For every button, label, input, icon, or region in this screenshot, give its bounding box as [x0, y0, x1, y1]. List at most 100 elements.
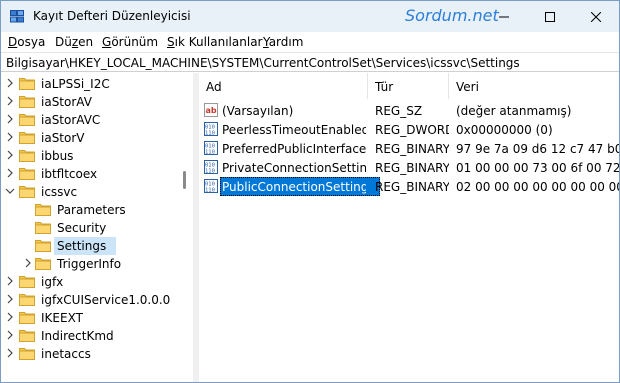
address-bar[interactable]: Bilgisayar\HKEY_LOCAL_MACHINE\SYSTEM\Cur… — [1, 52, 619, 72]
chevron-down-icon[interactable] — [5, 185, 15, 197]
folder-icon — [19, 77, 35, 90]
registry-editor-window: Kayıt Defteri Düzenleyicisi Sordum.net D… — [0, 0, 620, 383]
svg-text:110: 110 — [205, 131, 215, 137]
column-header-name-label: Ad — [206, 80, 222, 94]
cell-name: (Varsayılan) — [222, 104, 294, 118]
tree-item-parameters[interactable]: Parameters — [1, 201, 177, 219]
folder-icon — [19, 185, 35, 198]
cell-data: 01 00 00 00 73 00 6f 00 72 00 64 — [456, 161, 619, 175]
folder-icon — [35, 239, 51, 252]
column-header-name[interactable]: Ad — [199, 73, 367, 99]
tree-item-ibbus[interactable]: ibbus — [1, 147, 177, 165]
title-bar: Kayıt Defteri Düzenleyicisi Sordum.net — [1, 1, 619, 32]
maximize-button[interactable] — [527, 1, 573, 32]
cell-name: PrivateConnectionSettings — [222, 161, 366, 175]
cell-name: PreferredPublicInterface — [222, 142, 366, 156]
close-icon — [591, 11, 601, 22]
close-button[interactable] — [573, 1, 619, 32]
tree-item-label: igfx — [41, 275, 64, 289]
minimize-button[interactable] — [481, 1, 527, 32]
chevron-right-icon[interactable] — [5, 167, 15, 179]
chevron-right-icon[interactable] — [5, 347, 15, 359]
svg-text:110: 110 — [205, 188, 215, 194]
chevron-right-icon[interactable] — [5, 293, 15, 305]
cell-name: PublicConnectionSettings — [222, 180, 366, 194]
cell-type: REG_BINARY — [375, 180, 449, 194]
tree-item-settings[interactable]: Settings — [1, 237, 177, 255]
menu-yardim[interactable]: Yardım — [263, 35, 303, 49]
tree-item-igfxcuiservice1-0-0-0[interactable]: igfxCUIService1.0.0.0 — [1, 291, 177, 309]
cell-type: REG_BINARY — [375, 161, 449, 175]
tree-item-label: Parameters — [57, 203, 126, 217]
tree-item-label: inetaccs — [41, 347, 91, 361]
chevron-right-icon[interactable] — [5, 131, 15, 143]
registry-app-icon — [10, 10, 24, 23]
chevron-right-icon[interactable] — [5, 275, 15, 287]
tree-scrollbar-thumb[interactable] — [183, 171, 186, 189]
tree-item-igfx[interactable]: igfx — [1, 273, 177, 291]
tree-item-iastorv[interactable]: iaStorV — [1, 129, 177, 147]
menu-dosya[interactable]: Dosya — [8, 35, 45, 49]
tree-item-iastorav[interactable]: iaStorAV — [1, 93, 177, 111]
column-header-data[interactable]: Veri — [449, 73, 619, 99]
folder-icon — [19, 113, 35, 126]
tree-item-icssvc[interactable]: icssvc — [1, 183, 177, 201]
tree-item-indirectkmd[interactable]: IndirectKmd — [1, 327, 177, 345]
tree-scrollbar[interactable] — [177, 73, 193, 382]
table-row[interactable]: 010 110 PrivateConnectionSettings REG_BINAR… — [199, 158, 619, 177]
chevron-right-icon[interactable] — [5, 77, 15, 89]
folder-icon — [35, 257, 51, 270]
table-row[interactable]: 010 110 PreferredPublicInterface REG_BINARY… — [199, 139, 619, 158]
key-tree-pane: iaLPSSi_I2C iaStorAV iaStorAVC iaStorV ibbus… — [1, 73, 193, 382]
tree-item-label: iaStorV — [41, 131, 85, 145]
address-path: Bilgisayar\HKEY_LOCAL_MACHINE\SYSTEM\Cur… — [6, 56, 520, 70]
cell-name: PeerlessTimeoutEnabled — [222, 123, 366, 137]
svg-text:110: 110 — [205, 169, 215, 175]
folder-icon — [19, 311, 35, 324]
column-header-type-label: Tür — [375, 80, 394, 94]
svg-text:110: 110 — [205, 150, 215, 156]
folder-icon — [35, 221, 51, 234]
tree-item-ialpssi-i2c[interactable]: iaLPSSi_I2C — [1, 75, 177, 93]
cell-data: 0x00000000 (0) — [456, 123, 553, 137]
value-list-pane: Ad Tür Veri ab (Varsayılan) REG_SZ (değer a… — [199, 73, 619, 382]
column-header-data-label: Veri — [456, 80, 479, 94]
tree-item-label: Settings — [57, 239, 107, 253]
chevron-right-icon[interactable] — [5, 149, 15, 161]
string-value-icon: ab — [204, 103, 218, 117]
tree-item-security[interactable]: Security — [1, 219, 177, 237]
minimize-icon — [499, 16, 509, 17]
chevron-right-icon[interactable] — [5, 311, 15, 323]
menu-sik-kullanilanlar[interactable]: Sık Kullanılanlar — [167, 35, 262, 49]
column-header-type[interactable]: Tür — [368, 73, 448, 99]
menu-duzen[interactable]: Düzen — [55, 35, 93, 49]
tree-item-label: IKEEXT — [41, 311, 83, 325]
tree-item-label: TriggerInfo — [57, 257, 122, 271]
cell-data: (değer atanmamış) — [456, 104, 572, 118]
tree-item-triggerinfo[interactable]: TriggerInfo — [1, 255, 177, 273]
tree-item-iastoravc[interactable]: iaStorAVC — [1, 111, 177, 129]
binary-value-icon: 010 110 — [204, 160, 218, 175]
folder-icon — [19, 329, 35, 342]
cell-data: 02 00 00 00 00 00 00 00 00 00 00 — [456, 180, 619, 194]
menu-gorunum[interactable]: Görünüm — [102, 35, 158, 49]
tree-item-label: iaLPSSi_I2C — [41, 77, 110, 91]
tree-item-ibtfltcoex[interactable]: ibtfltcoex — [1, 165, 177, 183]
folder-icon — [19, 167, 35, 180]
table-row[interactable]: ab (Varsayılan) REG_SZ (değer atanmamış) — [199, 101, 619, 120]
binary-value-icon: 010 110 — [204, 141, 218, 156]
folder-icon — [19, 149, 35, 162]
tree-item-label: iaStorAVC — [41, 113, 101, 127]
chevron-right-icon[interactable] — [5, 113, 15, 125]
table-row[interactable]: 010 110 PublicConnectionSettings REG_BINARY… — [199, 177, 619, 196]
chevron-right-icon[interactable] — [5, 95, 15, 107]
folder-icon — [19, 95, 35, 108]
tree-item-inetaccs[interactable]: inetaccs — [1, 345, 177, 363]
cell-type: REG_DWORD — [375, 123, 449, 137]
table-row[interactable]: 010 110 PeerlessTimeoutEnabled REG_DWORD 0x0… — [199, 120, 619, 139]
folder-icon — [19, 131, 35, 144]
tree-item-label: ibbus — [41, 149, 74, 163]
chevron-right-icon[interactable] — [23, 257, 33, 269]
tree-item-ikeext[interactable]: IKEEXT — [1, 309, 177, 327]
chevron-right-icon[interactable] — [5, 329, 15, 341]
